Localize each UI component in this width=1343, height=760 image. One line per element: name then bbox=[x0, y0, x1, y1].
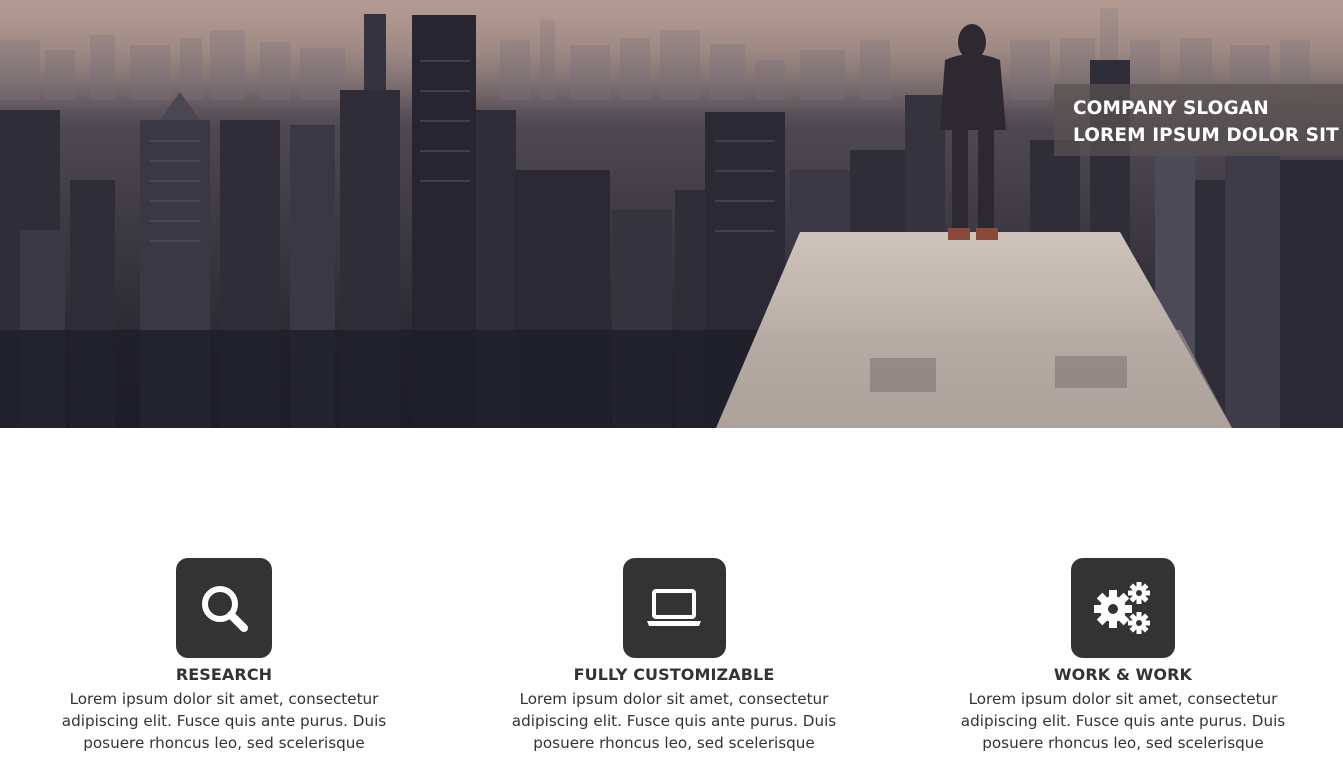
feature-title: RESEARCH bbox=[175, 665, 273, 684]
feature-research: RESEARCH Lorem ipsum dolor sit amet, con… bbox=[44, 558, 404, 754]
feature-title: WORK & WORK bbox=[1053, 665, 1193, 684]
company-slogan-box: COMPANY SLOGAN LOREM IPSUM DOLOR SIT bbox=[1054, 84, 1343, 156]
gears-icon bbox=[1094, 582, 1150, 634]
feature-icon-box bbox=[1071, 558, 1175, 658]
hero-banner: COMPANY SLOGAN LOREM IPSUM DOLOR SIT bbox=[0, 0, 1343, 428]
hero-cityscape-image bbox=[0, 0, 1343, 428]
feature-work-and-work: WORK & WORK Lorem ipsum dolor sit amet, … bbox=[943, 558, 1303, 754]
feature-description: Lorem ipsum dolor sit amet, consectetur … bbox=[494, 688, 854, 754]
feature-icon-box bbox=[622, 558, 726, 658]
feature-desc-line: adipiscing elit. Fusce quis ante purus. … bbox=[61, 712, 387, 730]
feature-desc-line: posuere rhoncus leo, sed scelerisque bbox=[533, 734, 815, 752]
feature-desc-line: Lorem ipsum dolor sit amet, consectetur bbox=[968, 690, 1278, 708]
feature-description: Lorem ipsum dolor sit amet, consectetur … bbox=[943, 688, 1303, 754]
feature-fully-customizable: FULLY CUSTOMIZABLE Lorem ipsum dolor sit… bbox=[494, 558, 854, 754]
slogan-line-2: LOREM IPSUM DOLOR SIT bbox=[1073, 125, 1339, 146]
feature-desc-line: posuere rhoncus leo, sed scelerisque bbox=[83, 734, 365, 752]
slogan-line-1: COMPANY SLOGAN bbox=[1073, 98, 1269, 119]
search-icon bbox=[202, 586, 248, 632]
feature-icon-box bbox=[176, 558, 272, 658]
feature-desc-line: posuere rhoncus leo, sed scelerisque bbox=[982, 734, 1264, 752]
feature-description: Lorem ipsum dolor sit amet, consectetur … bbox=[44, 688, 404, 754]
feature-title: FULLY CUSTOMIZABLE bbox=[573, 665, 775, 684]
feature-desc-line: Lorem ipsum dolor sit amet, consectetur bbox=[69, 690, 379, 708]
feature-desc-line: Lorem ipsum dolor sit amet, consectetur bbox=[519, 690, 829, 708]
laptop-icon bbox=[647, 589, 701, 626]
feature-desc-line: adipiscing elit. Fusce quis ante purus. … bbox=[511, 712, 837, 730]
features-section: RESEARCH Lorem ipsum dolor sit amet, con… bbox=[0, 428, 1343, 760]
feature-desc-line: adipiscing elit. Fusce quis ante purus. … bbox=[960, 712, 1286, 730]
